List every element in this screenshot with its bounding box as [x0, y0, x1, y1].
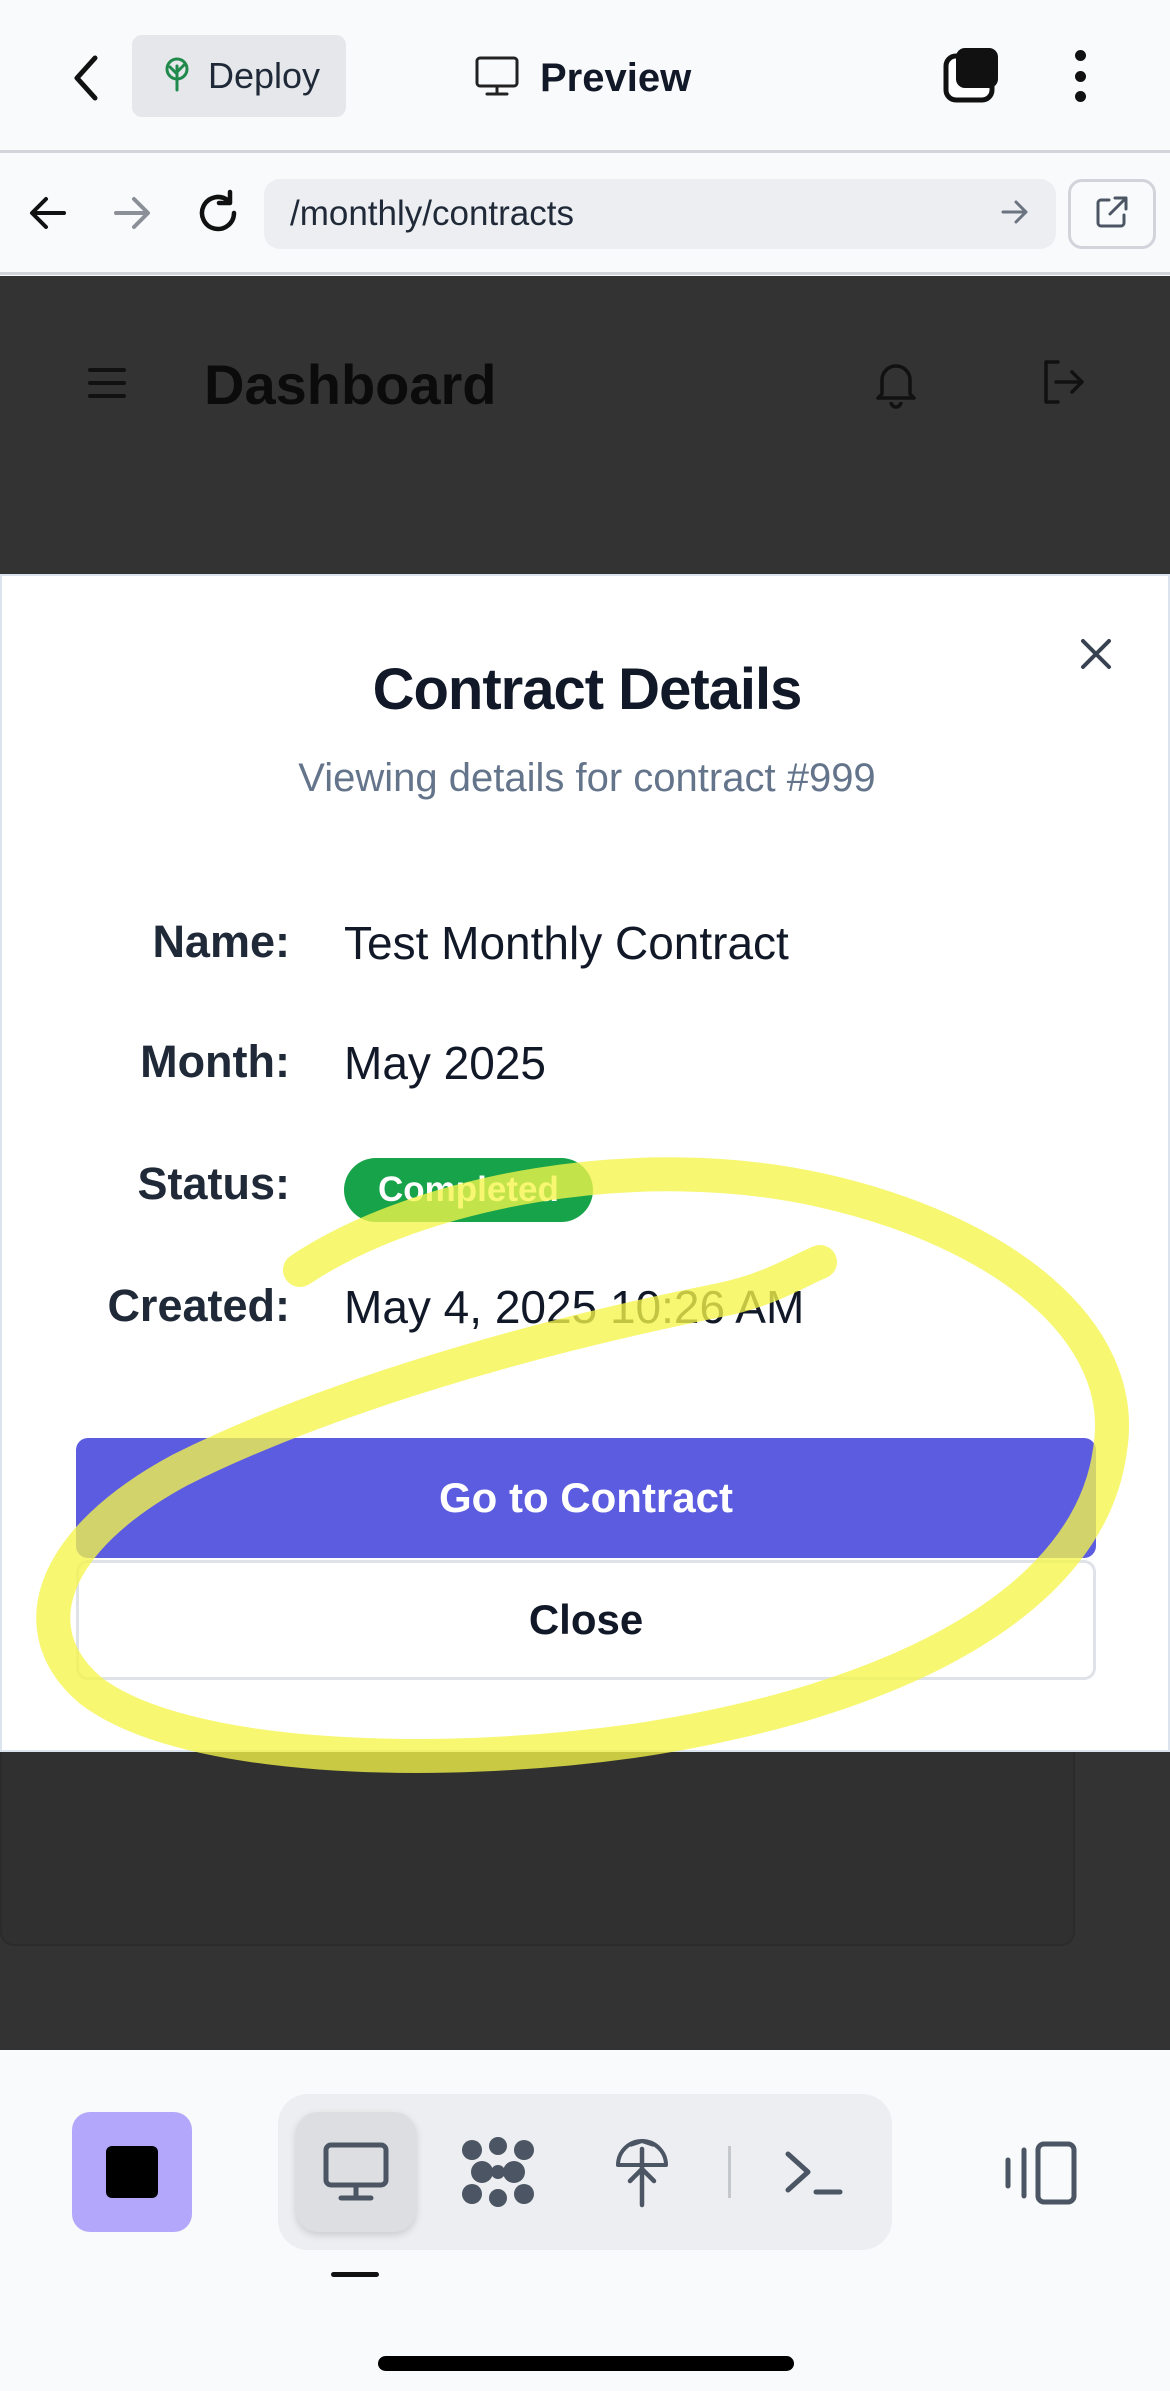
go-to-contract-label: Go to Contract: [439, 1474, 733, 1521]
view-switcher: [278, 2094, 892, 2250]
panel-icon[interactable]: [1000, 2138, 1080, 2208]
close-button-label: Close: [528, 1596, 644, 1643]
bell-icon[interactable]: [868, 354, 924, 410]
preview-title[interactable]: Preview: [474, 48, 691, 108]
toolbar-divider: [728, 2146, 731, 2198]
created-label: Created:: [107, 1280, 290, 1331]
stop-icon: [106, 2146, 158, 2198]
dashboard-title: Dashboard: [204, 353, 497, 416]
menu-icon[interactable]: [88, 368, 126, 398]
url-text: /monthly/contracts: [290, 194, 574, 233]
modal-subtitle: Viewing details for contract #999: [298, 756, 876, 800]
logout-icon[interactable]: [1034, 354, 1090, 410]
deploy-button[interactable]: Deploy: [132, 35, 346, 117]
contract-details-modal: Contract Details Viewing details for con…: [0, 574, 1170, 1752]
status-badge: Completed: [344, 1158, 593, 1222]
open-external-button[interactable]: [1068, 179, 1156, 249]
bottom-toolbar: [0, 2050, 1170, 2391]
grid-icon[interactable]: [438, 2112, 558, 2232]
monitor-icon: [474, 55, 520, 102]
arrow-right-icon[interactable]: [102, 183, 162, 243]
modal-title: Contract Details: [372, 657, 803, 722]
background-card: [0, 1746, 1075, 1946]
deploy-tree-icon[interactable]: [582, 2112, 702, 2232]
monitor-view-icon[interactable]: [296, 2112, 416, 2232]
status-badge-text: Completed: [378, 1170, 559, 1209]
terminal-icon[interactable]: [754, 2112, 874, 2232]
stop-button[interactable]: [72, 2112, 192, 2232]
browser-url-bar: /monthly/contracts: [0, 153, 1170, 275]
deploy-label: Deploy: [208, 55, 321, 96]
reload-icon[interactable]: [188, 183, 248, 243]
url-input[interactable]: /monthly/contracts: [264, 179, 1056, 249]
app-bar: Deploy Preview: [0, 0, 1170, 153]
name-value: Test Monthly Contract: [344, 917, 789, 969]
go-to-contract-button[interactable]: Go to Contract: [76, 1438, 1096, 1558]
month-value: May 2025: [344, 1037, 547, 1089]
month-label: Month:: [140, 1036, 290, 1087]
back-chevron-icon[interactable]: [60, 48, 112, 108]
active-tab-indicator: [331, 2272, 379, 2277]
tabs-icon[interactable]: [942, 44, 1002, 104]
home-indicator: [378, 2356, 794, 2371]
more-vertical-icon[interactable]: [1060, 44, 1100, 108]
preview-label: Preview: [540, 55, 692, 100]
created-value: May 4, 2025 10:26 AM: [344, 1281, 805, 1333]
go-arrow-icon[interactable]: [1000, 199, 1030, 230]
close-button[interactable]: Close: [76, 1560, 1096, 1680]
dashboard-header: Dashboard: [0, 276, 1170, 496]
external-link-icon: [1094, 194, 1130, 235]
arrow-left-icon[interactable]: [18, 183, 78, 243]
deploy-tree-icon: [162, 56, 192, 97]
name-label: Name:: [152, 916, 290, 967]
status-label: Status:: [137, 1158, 290, 1209]
